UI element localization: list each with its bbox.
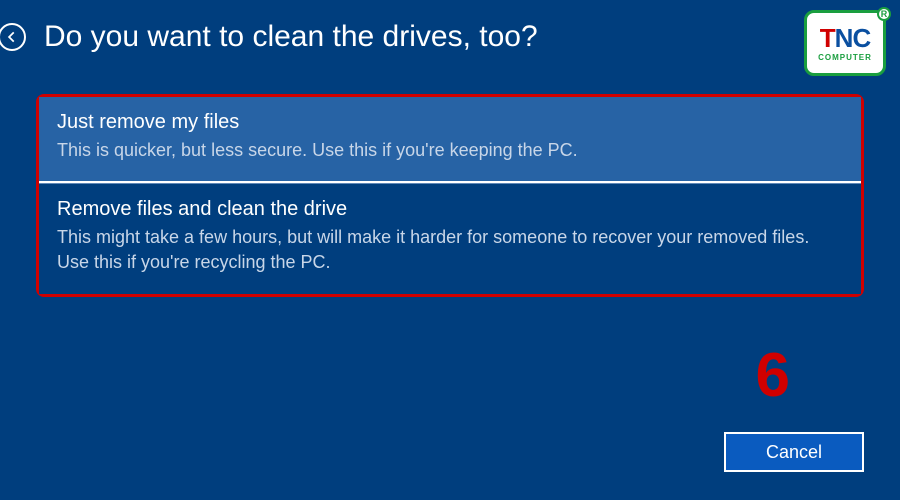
watermark-brand: TNC xyxy=(820,25,870,51)
option-just-remove-files[interactable]: Just remove my files This is quicker, bu… xyxy=(39,97,861,183)
dialog-header: Do you want to clean the drives, too? xyxy=(0,0,900,54)
registered-icon: R xyxy=(877,7,891,21)
option-title: Remove files and clean the drive xyxy=(57,198,843,221)
option-remove-and-clean[interactable]: Remove files and clean the drive This mi… xyxy=(39,183,861,293)
step-number-annotation: 6 xyxy=(756,340,790,411)
options-highlight-box: Just remove my files This is quicker, bu… xyxy=(36,94,864,297)
option-description: This is quicker, but less secure. Use th… xyxy=(57,138,843,163)
dialog-title: Do you want to clean the drives, too? xyxy=(44,20,538,54)
option-description: This might take a few hours, but will ma… xyxy=(57,225,843,275)
watermark-logo: R TNC COMPUTER xyxy=(804,10,886,76)
back-icon[interactable] xyxy=(0,23,26,51)
option-title: Just remove my files xyxy=(57,111,843,134)
cancel-button[interactable]: Cancel xyxy=(724,432,864,472)
watermark-subtitle: COMPUTER xyxy=(818,53,872,62)
